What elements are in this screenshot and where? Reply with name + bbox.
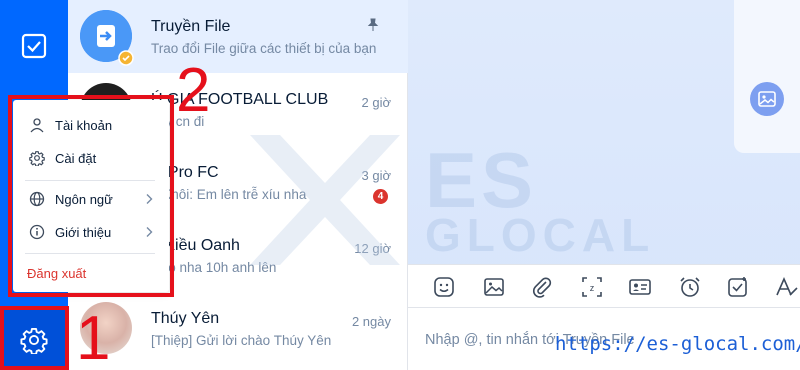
sticker-icon[interactable] [432, 275, 456, 299]
annotation-box-menu [8, 95, 174, 297]
alarm-clock-icon[interactable] [678, 275, 702, 299]
image-icon [758, 91, 776, 107]
watermark-line2: GLOCAL [425, 209, 656, 262]
image-gallery-button[interactable] [750, 82, 784, 116]
conversation-name: Truyền File [151, 18, 231, 35]
watermark-logo [250, 135, 400, 265]
watermark-url: https://es-glocal.com/ [555, 333, 800, 355]
verified-badge-icon [118, 50, 134, 66]
chat-side-card [734, 0, 800, 153]
contact-card-icon[interactable] [628, 275, 652, 299]
watermark-line1: ES [425, 136, 538, 224]
todo-checkbox-icon[interactable] [21, 33, 47, 59]
conversation-item[interactable]: Thúy Yên [Thiệp] Gửi lời chào Thúy Yên 2… [68, 292, 408, 365]
screenshot-icon[interactable]: z [580, 275, 604, 299]
svg-text:z: z [590, 283, 595, 293]
conversation-name: Thúy Yên [151, 310, 220, 327]
pin-icon [367, 18, 379, 31]
composer-toolbar: z [408, 264, 800, 308]
conversation-time: 2 giờ [361, 95, 392, 110]
conversation-time: 2 ngày [351, 314, 391, 329]
conversation-preview: Trao đổi File giữa các thiết bị của bạn [151, 41, 377, 56]
task-check-icon[interactable] [726, 275, 750, 299]
annotation-step-2: 2 [176, 56, 211, 125]
image-icon[interactable] [482, 275, 506, 299]
conversation-preview: [Thiệp] Gửi lời chào Thúy Yên [151, 333, 332, 348]
paperclip-icon[interactable] [530, 275, 554, 299]
annotation-box-settings [0, 306, 69, 370]
annotation-step-1: 1 [76, 304, 111, 370]
conversation-item[interactable]: Truyền File Trao đổi File giữa các thiết… [68, 0, 408, 73]
watermark-text: ES GLOCAL [425, 136, 656, 262]
text-format-icon[interactable] [774, 275, 798, 299]
